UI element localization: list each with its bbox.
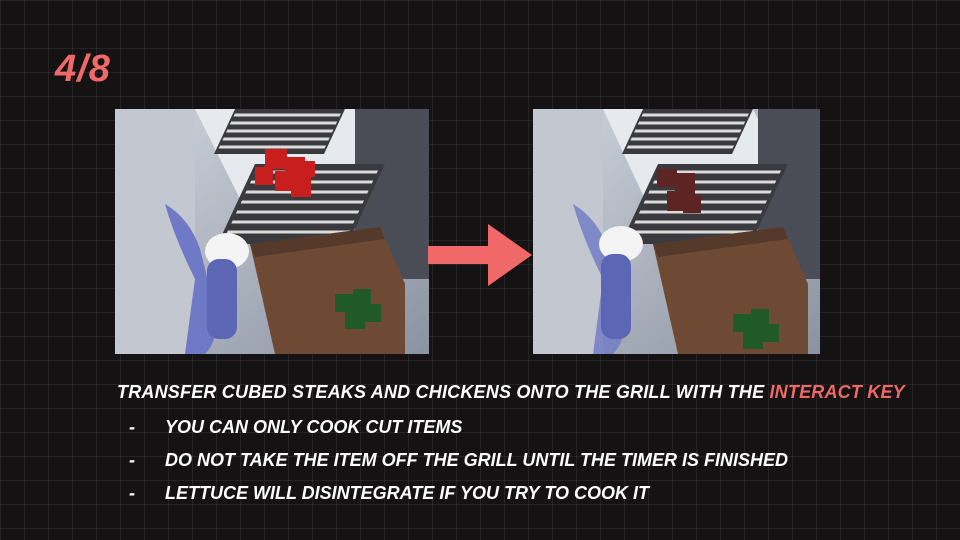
instruction-prefix: Transfer cubed steaks and chickens onto … [117,382,770,402]
bullet-dash: - [129,483,135,503]
page-counter: 4/8 [55,48,111,90]
arrow-right-icon [428,224,532,286]
tips-list: - You can only cook cut items - Do not tak… [129,417,788,516]
list-item: - Do not take the item off the grill unti… [129,450,788,483]
bullet-dash: - [129,450,135,470]
before-grill-image [115,109,429,354]
tip-text: Lettuce will disintegrate if you try to … [165,483,650,503]
tip-text: Do not take the item off the grill until… [165,450,788,470]
list-item: - You can only cook cut items [129,417,788,450]
tip-text: You can only cook cut items [165,417,463,437]
list-item: - Lettuce will disintegrate if you try to… [129,483,788,516]
instruction-text: Transfer cubed steaks and chickens onto … [117,382,905,403]
interact-key-highlight: interact key [769,382,905,402]
after-grill-image [533,109,820,354]
bullet-dash: - [129,417,135,437]
